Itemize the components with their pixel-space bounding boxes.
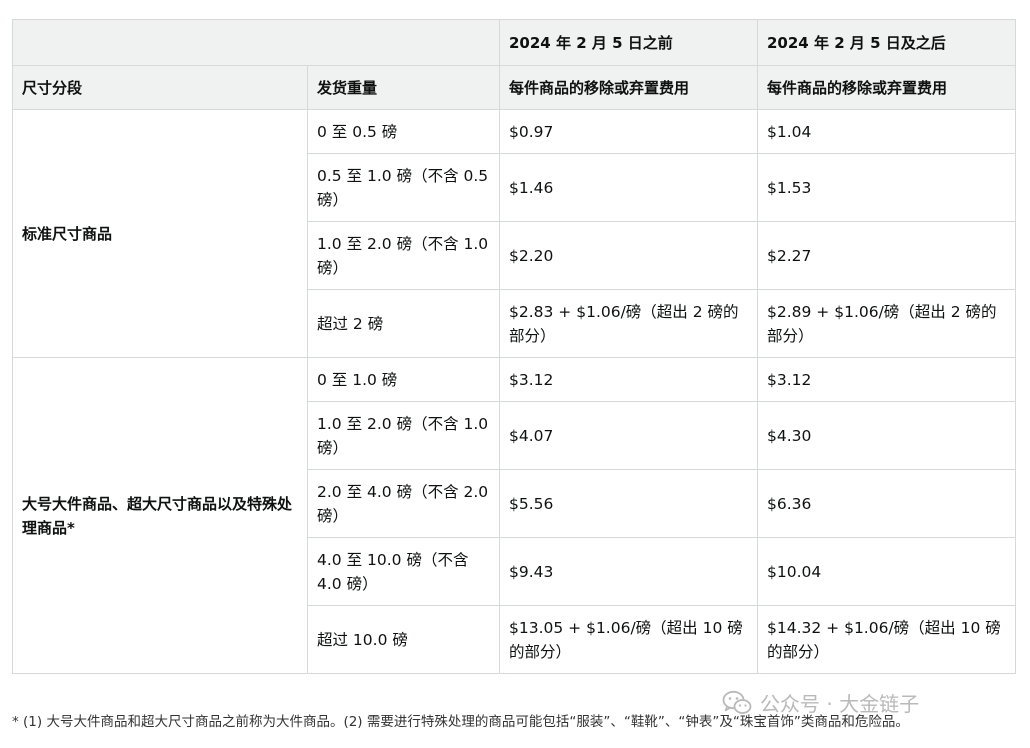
header-shipping-weight: 发货重量 [307, 65, 500, 110]
fee-before-cell: $13.05 + $1.06/磅（超出 10 磅的部分） [499, 605, 758, 674]
tier-large-bulky-special: 大号大件商品、超大尺寸商品以及特殊处理商品* [12, 357, 308, 674]
weight-cell: 2.0 至 4.0 磅（不含 2.0 磅） [307, 469, 500, 538]
fee-before-cell: $4.07 [499, 401, 758, 470]
header-after-date: 2024 年 2 月 5 日及之后 [757, 19, 1016, 66]
fee-before-cell: $5.56 [499, 469, 758, 538]
fee-after-cell: $6.36 [757, 469, 1016, 538]
weight-cell: 0 至 1.0 磅 [307, 357, 500, 402]
header-fee-after: 每件商品的移除或弃置费用 [757, 65, 1016, 110]
fee-after-cell: $4.30 [757, 401, 1016, 470]
fee-after-cell: $1.04 [757, 109, 1016, 154]
fee-before-cell: $3.12 [499, 357, 758, 402]
fee-after-cell: $3.12 [757, 357, 1016, 402]
weight-cell: 4.0 至 10.0 磅（不含 4.0 磅） [307, 537, 500, 606]
weight-cell: 0 至 0.5 磅 [307, 109, 500, 154]
tier-standard-size: 标准尺寸商品 [12, 109, 308, 358]
table-row: 大号大件商品、超大尺寸商品以及特殊处理商品* 0 至 1.0 磅 $3.12 $… [12, 357, 1016, 674]
removal-fee-table: 2024 年 2 月 5 日之前 2024 年 2 月 5 日及之后 尺寸分段 … [12, 19, 1016, 674]
weight-cell: 1.0 至 2.0 磅（不含 1.0 磅） [307, 221, 500, 290]
weight-cell: 0.5 至 1.0 磅（不含 0.5 磅） [307, 153, 500, 222]
header-row-periods: 2024 年 2 月 5 日之前 2024 年 2 月 5 日及之后 [12, 19, 1016, 66]
fee-after-cell: $10.04 [757, 537, 1016, 606]
fee-after-cell: $14.32 + $1.06/磅（超出 10 磅的部分） [757, 605, 1016, 674]
weight-cell: 1.0 至 2.0 磅（不含 1.0 磅） [307, 401, 500, 470]
header-row-columns: 尺寸分段 发货重量 每件商品的移除或弃置费用 每件商品的移除或弃置费用 [12, 65, 1016, 110]
fee-before-cell: $9.43 [499, 537, 758, 606]
fee-before-cell: $2.83 + $1.06/磅（超出 2 磅的部分） [499, 289, 758, 358]
header-size-tier: 尺寸分段 [12, 65, 308, 110]
header-empty-cell [12, 19, 500, 66]
fee-after-cell: $1.53 [757, 153, 1016, 222]
weight-cell: 超过 2 磅 [307, 289, 500, 358]
header-fee-before: 每件商品的移除或弃置费用 [499, 65, 758, 110]
table-row: 标准尺寸商品 0 至 0.5 磅 $0.97 $1.04 [12, 109, 1016, 358]
weight-cell: 超过 10.0 磅 [307, 605, 500, 674]
fee-after-cell: $2.27 [757, 221, 1016, 290]
fee-before-cell: $0.97 [499, 109, 758, 154]
fee-before-cell: $1.46 [499, 153, 758, 222]
footnote: * (1) 大号大件商品和超大尺寸商品之前称为大件商品。(2) 需要进行特殊处理… [12, 714, 909, 730]
fee-after-cell: $2.89 + $1.06/磅（超出 2 磅的部分） [757, 289, 1016, 358]
header-before-date: 2024 年 2 月 5 日之前 [499, 19, 758, 66]
fee-before-cell: $2.20 [499, 221, 758, 290]
